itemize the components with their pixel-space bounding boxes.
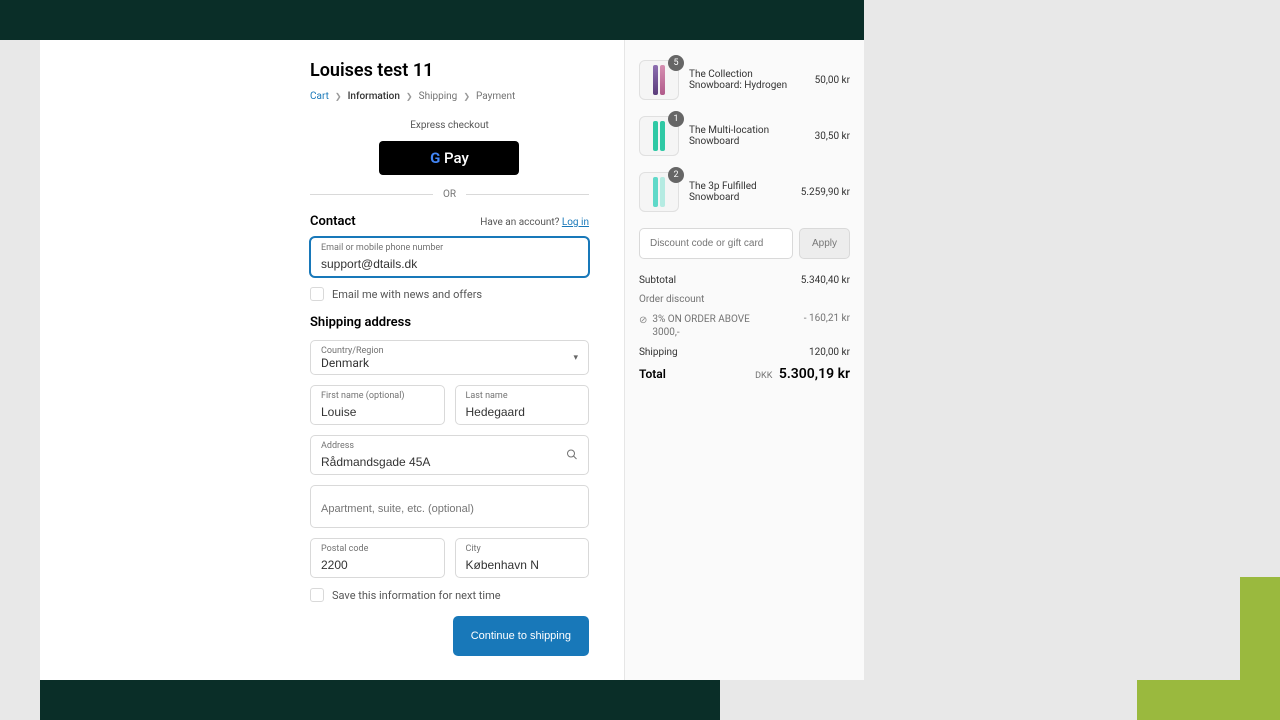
- contact-section-title: Contact: [310, 214, 356, 229]
- breadcrumb-information: Information: [348, 91, 400, 102]
- product-thumbnail: 5: [639, 60, 679, 100]
- city-input[interactable]: [466, 558, 579, 572]
- express-checkout-label: Express checkout: [310, 120, 589, 131]
- cart-item-name: The Collection Snowboard: Hydrogen: [689, 69, 805, 91]
- cart-item: 1 The Multi-location Snowboard 30,50 kr: [639, 116, 850, 156]
- save-info-checkbox[interactable]: [310, 588, 324, 602]
- shipping-value: 120,00 kr: [809, 347, 850, 358]
- checkout-form-column: Louises test 11 Cart ❯ Information ❯ Shi…: [40, 40, 624, 680]
- discount-value: - 160,21 kr: [804, 313, 850, 339]
- country-select[interactable]: Country/Region Denmark ▾: [310, 340, 589, 375]
- discount-code-input[interactable]: [639, 228, 793, 259]
- last-name-field[interactable]: Last name: [455, 385, 590, 425]
- breadcrumb-payment: Payment: [476, 91, 515, 102]
- qty-badge: 2: [668, 167, 684, 183]
- chevron-down-icon: ▾: [573, 353, 578, 363]
- shipping-address-title: Shipping address: [310, 315, 589, 330]
- news-offers-checkbox[interactable]: [310, 287, 324, 301]
- cart-item-name: The Multi-location Snowboard: [689, 125, 805, 147]
- save-info-label: Save this information for next time: [332, 589, 501, 602]
- address-field[interactable]: Address: [310, 435, 589, 475]
- outer-top-bar: [0, 0, 864, 40]
- have-account-prompt: Have an account? Log in: [480, 217, 589, 228]
- postal-code-field[interactable]: Postal code: [310, 538, 445, 578]
- country-value: Denmark: [321, 356, 578, 370]
- first-name-input[interactable]: [321, 405, 434, 419]
- outer-bottom-bar: [40, 680, 720, 720]
- country-label: Country/Region: [321, 346, 578, 356]
- cart-item-price: 5.259,90 kr: [801, 187, 850, 198]
- chevron-right-icon: ❯: [335, 92, 342, 101]
- cart-item-price: 50,00 kr: [815, 75, 850, 86]
- city-label: City: [466, 544, 579, 554]
- email-label: Email or mobile phone number: [321, 243, 578, 253]
- order-discount-label: Order discount: [639, 294, 704, 305]
- address-label: Address: [321, 441, 578, 451]
- continue-to-shipping-button[interactable]: Continue to shipping: [453, 616, 589, 656]
- product-thumbnail: 2: [639, 172, 679, 212]
- cart-item-price: 30,50 kr: [815, 131, 850, 142]
- log-in-link[interactable]: Log in: [562, 217, 589, 228]
- email-input[interactable]: [321, 257, 578, 271]
- checkout-frame: Louises test 11 Cart ❯ Information ❯ Shi…: [40, 40, 864, 680]
- apartment-input[interactable]: [321, 503, 578, 515]
- order-summary-column: 5 The Collection Snowboard: Hydrogen 50,…: [624, 40, 864, 680]
- store-title: Louises test 11: [310, 60, 589, 81]
- shipping-label: Shipping: [639, 347, 678, 358]
- subtotal-value: 5.340,40 kr: [801, 275, 850, 286]
- decor-green-block: [1137, 680, 1280, 720]
- cart-item-name: The 3p Fulfilled Snowboard: [689, 181, 791, 203]
- chevron-right-icon: ❯: [406, 92, 413, 101]
- first-name-field[interactable]: First name (optional): [310, 385, 445, 425]
- qty-badge: 1: [668, 111, 684, 127]
- or-divider: OR: [310, 189, 589, 200]
- search-icon: [566, 446, 578, 465]
- postal-input[interactable]: [321, 558, 434, 572]
- total-currency: DKK: [755, 371, 772, 381]
- product-thumbnail: 1: [639, 116, 679, 156]
- breadcrumb: Cart ❯ Information ❯ Shipping ❯ Payment: [310, 91, 589, 102]
- address-input[interactable]: [321, 455, 578, 469]
- breadcrumb-cart[interactable]: Cart: [310, 91, 329, 102]
- first-name-label: First name (optional): [321, 391, 434, 401]
- subtotal-label: Subtotal: [639, 275, 676, 286]
- postal-label: Postal code: [321, 544, 434, 554]
- apartment-field[interactable]: [310, 485, 589, 528]
- total-value: 5.300,19 kr: [779, 366, 850, 382]
- email-field[interactable]: Email or mobile phone number: [310, 237, 589, 277]
- google-pay-button[interactable]: G Pay: [379, 141, 519, 175]
- apply-discount-button[interactable]: Apply: [799, 228, 850, 259]
- cart-item: 2 The 3p Fulfilled Snowboard 5.259,90 kr: [639, 172, 850, 212]
- total-label: Total: [639, 367, 666, 381]
- qty-badge: 5: [668, 55, 684, 71]
- tag-icon: ⊘: [639, 314, 647, 327]
- city-field[interactable]: City: [455, 538, 590, 578]
- news-offers-label: Email me with news and offers: [332, 288, 482, 301]
- cart-item: 5 The Collection Snowboard: Hydrogen 50,…: [639, 60, 850, 100]
- discount-name: 3% ON ORDER ABOVE 3000,-: [652, 313, 769, 339]
- last-name-input[interactable]: [466, 405, 579, 419]
- last-name-label: Last name: [466, 391, 579, 401]
- decor-green-block-2: [1240, 577, 1280, 680]
- chevron-right-icon: ❯: [463, 92, 470, 101]
- breadcrumb-shipping: Shipping: [419, 91, 458, 102]
